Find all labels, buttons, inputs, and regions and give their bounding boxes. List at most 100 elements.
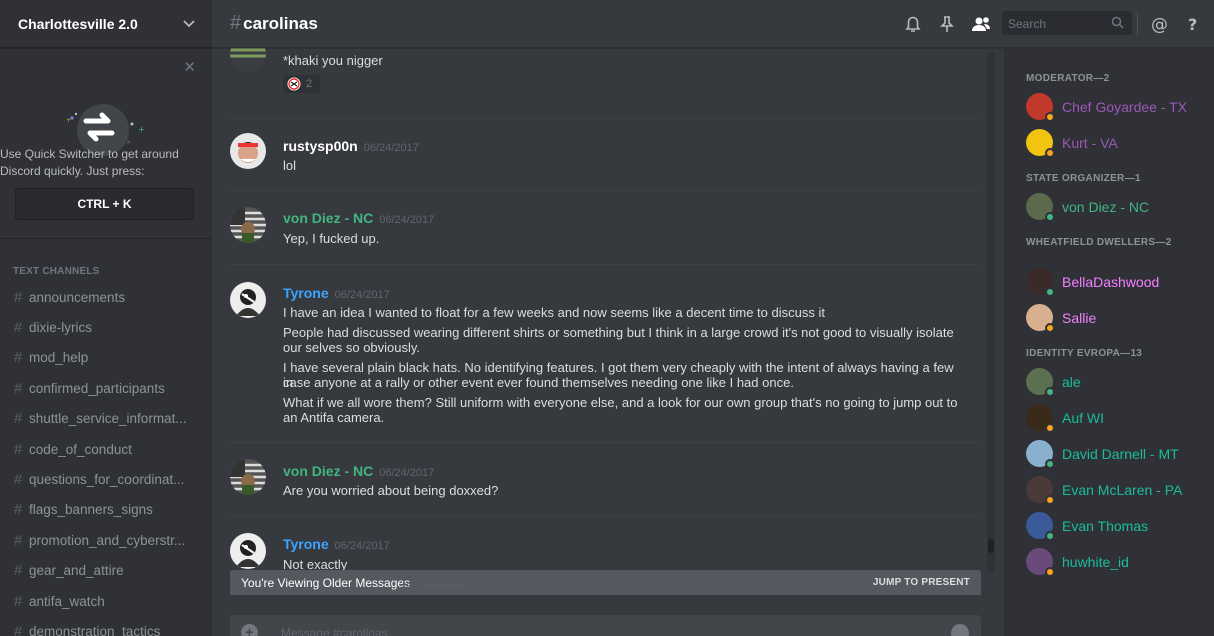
member-name[interactable]: Chef Goyardee - TX bbox=[1062, 99, 1187, 115]
message-text: What if we all wore them? Still uniform … bbox=[283, 395, 958, 410]
member-item[interactable]: huwhite_id bbox=[1026, 544, 1206, 580]
message-text: case anyone at a rally or other event ev… bbox=[283, 375, 794, 390]
avatar[interactable] bbox=[230, 133, 266, 169]
member-item[interactable]: Auf WI bbox=[1026, 400, 1206, 436]
message-author[interactable]: Tyrone 06/24/2017 bbox=[283, 536, 390, 552]
member-name[interactable]: BellaDashwood bbox=[1062, 274, 1159, 290]
channel-item[interactable]: # mod_help bbox=[0, 343, 212, 373]
avatar[interactable] bbox=[230, 282, 266, 318]
author-name[interactable]: rustysp00n bbox=[283, 138, 358, 154]
quick-switcher-text: Use Quick Switcher to get around Discord… bbox=[0, 146, 212, 180]
message-author[interactable]: rustysp00n 06/24/2017 bbox=[283, 138, 419, 154]
message-author[interactable]: von Diez - NC 06/24/2017 bbox=[283, 463, 434, 479]
channel-name[interactable]: gear_and_attire bbox=[29, 563, 124, 578]
message-scrollbar-thumb[interactable] bbox=[988, 539, 994, 553]
avatar[interactable] bbox=[230, 459, 266, 495]
member-group-heading: MODERATOR—2 bbox=[1026, 73, 1110, 84]
search-icon bbox=[1111, 16, 1124, 29]
quick-switcher-shortcut-button[interactable]: CTRL + K bbox=[15, 188, 194, 220]
avatar[interactable] bbox=[230, 207, 266, 243]
emoji-picker-icon[interactable] bbox=[951, 624, 969, 636]
message-list[interactable]: *khaki you nigger 2 rustysp00n 06/24/2017… bbox=[212, 48, 994, 636]
author-name[interactable]: von Diez - NC bbox=[283, 210, 373, 226]
channel-item[interactable]: # antifa_watch bbox=[0, 586, 212, 616]
channel-name[interactable]: dixie-lyrics bbox=[29, 320, 92, 335]
channel-name[interactable]: code_of_conduct bbox=[29, 442, 132, 457]
avatar[interactable] bbox=[230, 533, 266, 569]
member-name[interactable]: Kurt - VA bbox=[1062, 135, 1118, 151]
author-name[interactable]: Tyrone bbox=[283, 285, 329, 301]
sidebar-divider bbox=[0, 238, 212, 239]
member-item[interactable]: Sallie bbox=[1026, 300, 1206, 336]
quick-switcher-tip: ✕ + + × Use Quick Switcher to get around… bbox=[0, 49, 212, 239]
avatar[interactable] bbox=[230, 48, 266, 72]
channel-name[interactable]: promotion_and_cyberstr... bbox=[29, 533, 185, 548]
older-messages-text: You're Viewing Older Messages bbox=[241, 575, 411, 590]
server-name: Charlottesville 2.0 bbox=[18, 15, 138, 32]
quick-switcher-line2: Discord quickly. Just press: bbox=[0, 164, 145, 178]
channel-hash-icon: # bbox=[13, 318, 23, 336]
author-name[interactable]: Tyrone bbox=[283, 536, 329, 552]
member-name[interactable]: Evan McLaren - PA bbox=[1062, 482, 1182, 498]
channel-item[interactable]: # shuttle_service_informat... bbox=[0, 404, 212, 434]
member-list-icon[interactable] bbox=[969, 12, 993, 36]
channel-name[interactable]: mod_help bbox=[29, 350, 88, 365]
upload-plus-icon[interactable]: + bbox=[241, 624, 258, 636]
member-item[interactable]: Evan McLaren - PA bbox=[1026, 472, 1206, 508]
channel-name[interactable]: shuttle_service_informat... bbox=[29, 411, 187, 426]
channel-item[interactable]: # gear_and_attire bbox=[0, 556, 212, 586]
member-item[interactable]: von Diez - NC bbox=[1026, 189, 1206, 225]
member-item[interactable]: Chef Goyardee - TX bbox=[1026, 89, 1206, 125]
member-name[interactable]: David Darnell - MT bbox=[1062, 446, 1179, 462]
channel-name[interactable]: antifa_watch bbox=[29, 594, 105, 609]
channel-item[interactable]: # flags_banners_signs bbox=[0, 495, 212, 525]
channel-name[interactable]: flags_banners_signs bbox=[29, 502, 153, 517]
search-input[interactable]: Search bbox=[1002, 11, 1132, 35]
status-indicator bbox=[1045, 112, 1055, 122]
message-author[interactable]: von Diez - NC 06/24/2017 bbox=[283, 210, 434, 226]
reaction-emoji-icon bbox=[287, 77, 301, 91]
channel-item[interactable]: # confirmed_participants bbox=[0, 373, 212, 403]
author-name[interactable]: von Diez - NC bbox=[283, 463, 373, 479]
member-item[interactable]: Kurt - VA bbox=[1026, 125, 1206, 161]
channel-name[interactable]: confirmed_participants bbox=[29, 381, 165, 396]
message-composer[interactable]: + Message #carolinas bbox=[230, 615, 981, 636]
member-group-heading: IDENTITY EVROPA—13 bbox=[1026, 348, 1143, 359]
channel-item[interactable]: # announcements bbox=[0, 282, 212, 312]
channel-item[interactable]: # promotion_and_cyberstr... bbox=[0, 525, 212, 555]
channel-name[interactable]: announcements bbox=[29, 290, 125, 305]
reaction[interactable]: 2 bbox=[283, 75, 320, 93]
member-name[interactable]: von Diez - NC bbox=[1062, 199, 1149, 215]
member-name[interactable]: Sallie bbox=[1062, 310, 1096, 326]
member-item[interactable]: David Darnell - MT bbox=[1026, 436, 1206, 472]
member-name[interactable]: Auf WI bbox=[1062, 410, 1104, 426]
channel-hash-icon: # bbox=[13, 379, 23, 397]
chevron-down-icon[interactable] bbox=[183, 19, 195, 28]
channel-name[interactable]: demonstration_tactics bbox=[29, 624, 160, 636]
message-scrollbar-track[interactable] bbox=[987, 52, 995, 572]
channel-name[interactable]: questions_for_coordinat... bbox=[29, 472, 184, 487]
message-timestamp: 06/24/2017 bbox=[334, 540, 390, 552]
member-item[interactable]: ale bbox=[1026, 364, 1206, 400]
member-name[interactable]: Evan Thomas bbox=[1062, 518, 1148, 534]
member-name[interactable]: huwhite_id bbox=[1062, 554, 1129, 570]
close-icon[interactable]: ✕ bbox=[183, 60, 196, 75]
message-input-placeholder[interactable]: Message #carolinas bbox=[281, 626, 388, 636]
channel-hash-icon: # bbox=[13, 410, 23, 428]
older-messages-banner[interactable]: You're Viewing Older Messages JUMP TO PR… bbox=[230, 570, 981, 595]
message-author[interactable]: Tyrone 06/24/2017 bbox=[283, 285, 390, 301]
channel-item[interactable]: # code_of_conduct bbox=[0, 434, 212, 464]
server-header[interactable]: Charlottesville 2.0 bbox=[0, 0, 212, 48]
status-indicator bbox=[1045, 495, 1055, 505]
channel-item[interactable]: # demonstration_tactics bbox=[0, 616, 212, 636]
member-item[interactable]: BellaDashwood bbox=[1026, 264, 1206, 300]
mention-icon[interactable]: @ bbox=[1147, 12, 1171, 36]
notification-bell-icon[interactable] bbox=[901, 12, 925, 36]
channel-item[interactable]: # questions_for_coordinat... bbox=[0, 464, 212, 494]
jump-to-present-button[interactable]: JUMP TO PRESENT bbox=[873, 577, 970, 588]
help-icon[interactable]: ? bbox=[1181, 12, 1205, 36]
channel-item[interactable]: # dixie-lyrics bbox=[0, 312, 212, 342]
member-name[interactable]: ale bbox=[1062, 374, 1081, 390]
pin-icon[interactable] bbox=[935, 12, 959, 36]
member-item[interactable]: Evan Thomas bbox=[1026, 508, 1206, 544]
